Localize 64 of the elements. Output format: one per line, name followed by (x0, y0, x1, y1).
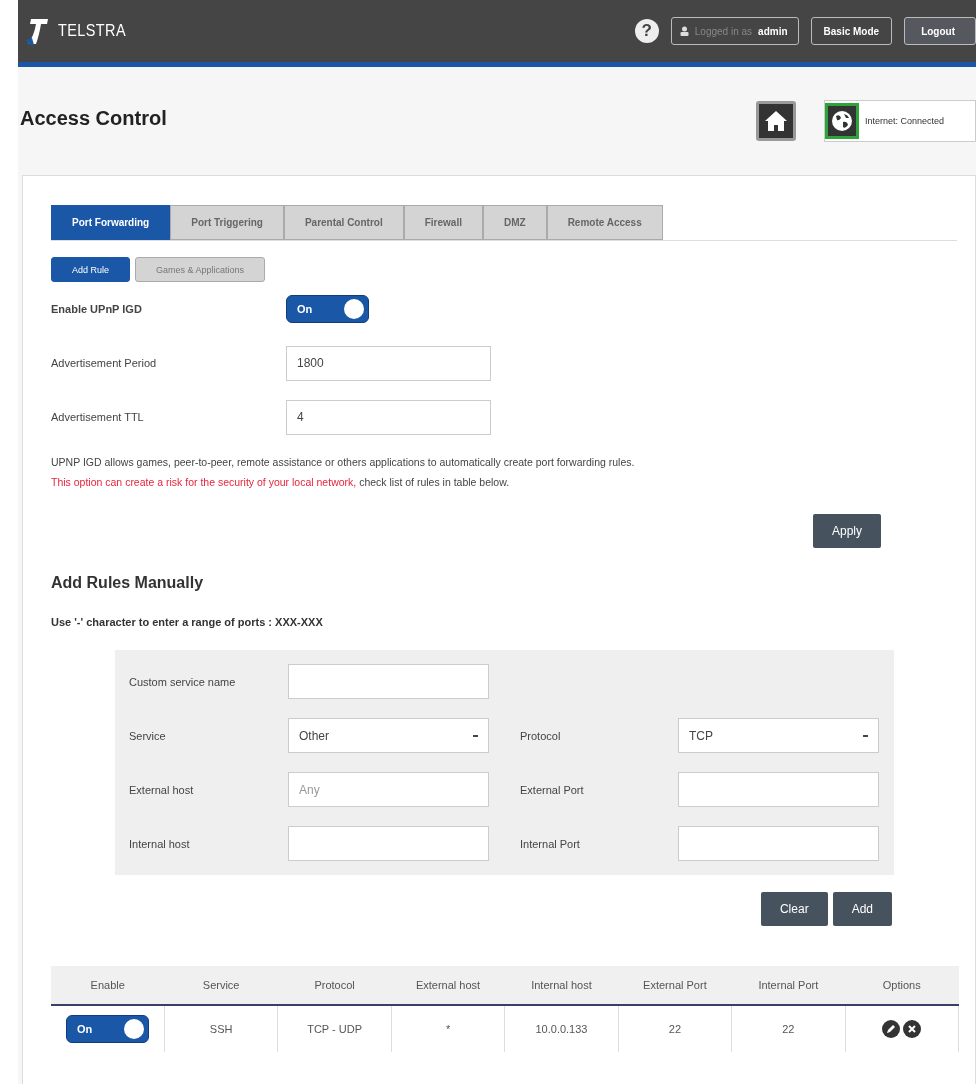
caret-icon (473, 734, 478, 737)
column-header: Service (164, 966, 278, 1005)
column-header: Protocol (277, 966, 392, 1005)
toggle-switch[interactable]: On (65, 1015, 149, 1043)
field-label: Protocol (520, 729, 562, 742)
header-button[interactable]: Basic Mode (810, 17, 893, 45)
column-header: External Port (618, 966, 732, 1005)
field-label: Internal Port (520, 837, 581, 850)
tab[interactable]: Port Triggering (170, 205, 284, 240)
input-field[interactable] (288, 826, 489, 861)
tab[interactable]: Remote Access (546, 205, 663, 240)
toggle-switch[interactable]: On (286, 295, 369, 323)
table-cell: SSH (209, 1023, 233, 1035)
form-button[interactable]: Clear (760, 892, 828, 926)
help-icon[interactable]: ? (634, 19, 659, 43)
input-field[interactable] (288, 664, 489, 699)
column-header: Options (845, 966, 959, 1005)
field-label: External host (129, 783, 195, 796)
field-label: Advertisement Period (51, 357, 158, 369)
header-button[interactable]: Logout (904, 17, 976, 45)
logo-text: TELSTRA (58, 21, 127, 41)
table-cell: 22 (668, 1023, 682, 1035)
username: admin (758, 25, 788, 37)
column-header: External host (391, 966, 505, 1005)
input-field[interactable] (678, 772, 879, 807)
select-field[interactable]: Other (288, 718, 489, 753)
hint-text: Use '-' character to enter a range of ports : XXX-XXX (51, 616, 324, 628)
select-field[interactable]: TCP (678, 718, 879, 753)
form-button[interactable]: Add (832, 892, 892, 926)
status-text: Internet: Connected (865, 116, 945, 126)
subtab[interactable]: Add Rule (51, 257, 131, 282)
input-field[interactable] (678, 826, 879, 861)
tab[interactable]: Parental Control (283, 205, 404, 240)
field-label: External Port (520, 783, 585, 796)
field-label: Custom service name (129, 675, 237, 688)
table-cell: 22 (782, 1023, 795, 1035)
home-icon (764, 110, 788, 132)
field-label: Internal host (129, 837, 191, 850)
delete-icon[interactable] (903, 1020, 922, 1038)
input-field[interactable]: Any (288, 772, 489, 807)
field-label: Service (129, 729, 167, 742)
tab[interactable]: DMZ (482, 205, 547, 240)
column-header: Internal host (504, 966, 619, 1005)
caret-icon (863, 734, 868, 737)
table-cell: * (445, 1023, 451, 1035)
home-button[interactable] (756, 101, 796, 141)
description-text: UPNP IGD allows games, peer-to-peer, remote assistance or others applications to automatically create port forwarding rules. This option can create a risk for the security of your local network, check list of rules in table below. (51, 455, 636, 490)
field-label: Enable UPnP IGD (51, 303, 143, 315)
tab[interactable]: Port Forwarding (51, 205, 171, 240)
input-field[interactable]: 1800 (286, 345, 491, 381)
user-icon (679, 26, 689, 36)
page-title: Access Control (20, 106, 167, 130)
column-header: Enable (51, 966, 165, 1005)
login-label: Logged in as (694, 25, 753, 37)
section-title: Add Rules Manually (51, 574, 205, 592)
input-field[interactable]: 4 (286, 399, 491, 435)
table-cell: TCP - UDP (307, 1023, 362, 1035)
edit-icon[interactable] (882, 1020, 901, 1038)
table-cell: 10.0.0.133 (535, 1023, 588, 1035)
tab[interactable]: Firewall (403, 205, 483, 240)
logo-icon (24, 16, 50, 46)
field-label: Advertisement TTL (51, 411, 145, 423)
apply-button[interactable]: Apply (812, 514, 881, 548)
column-header: Internal Port (731, 966, 846, 1005)
